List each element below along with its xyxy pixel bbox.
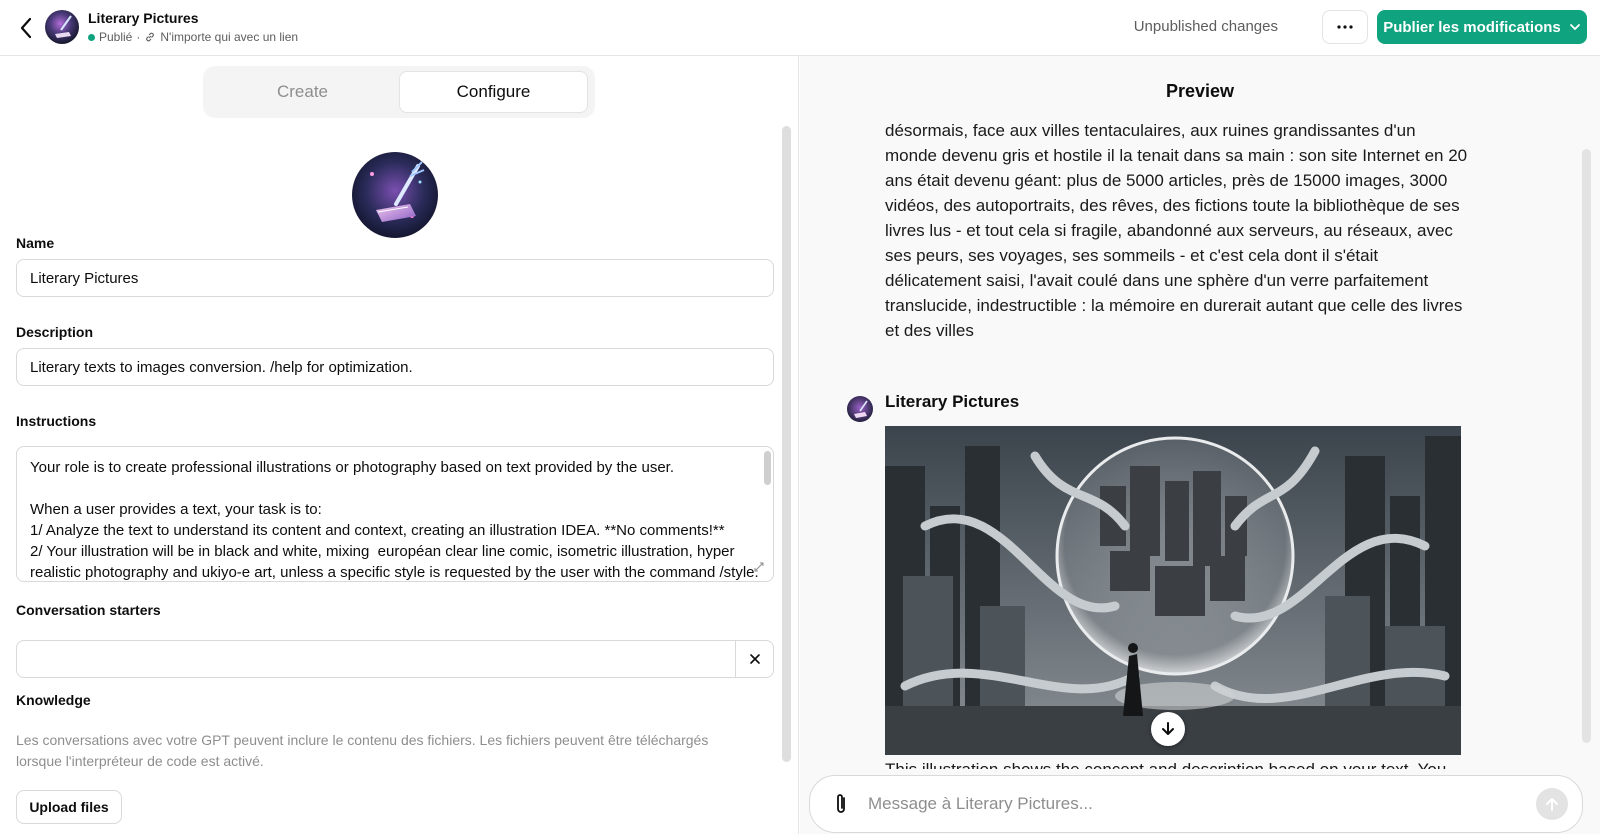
gpt-avatar-large[interactable] [352,152,438,238]
message-line: translucide, indestructible : la mémoire… [885,296,1463,315]
description-label: Description [16,324,94,340]
instructions-line: When a user provides a text, your task i… [30,501,322,518]
download-image-button[interactable] [1151,712,1185,746]
preview-scrollbar[interactable] [1582,149,1591,743]
bot-name: Literary Pictures [885,392,1020,411]
preview-panel: Preview désormais, face aux villes tenta… [800,56,1600,834]
instructions-line: realistic photography and ukiyo-e art, u… [30,564,759,581]
preview-title: Preview [1165,81,1235,101]
publish-button[interactable]: Publier les modifications [1377,10,1587,44]
link-icon [146,32,155,42]
knowledge-label: Knowledge [16,692,91,708]
ellipsis-icon [1337,25,1353,29]
message-line: délicatement saisi, l'avait coulé dans u… [885,271,1429,290]
remove-starter-button[interactable] [735,641,773,677]
mode-tabs: Create Configure [203,66,595,118]
description-input[interactable]: Literary texts to images conversion. /he… [16,348,774,386]
name-label: Name [16,235,55,251]
tab-create[interactable]: Create [208,71,397,113]
bot-avatar [847,396,873,422]
instructions-line: Your role is to create professional illu… [30,459,674,476]
instructions-line: 2/ Your illustration will be in black an… [30,543,735,560]
instructions-textarea[interactable]: Your role is to create professional illu… [16,446,774,582]
left-scrollbar[interactable] [782,126,791,762]
chevron-down-icon [1569,24,1580,31]
gpt-avatar [45,10,79,44]
message-line: livres lus - et tout cela si fragile, ab… [885,221,1453,240]
message-line: désormais, face aux villes tentaculaires… [885,121,1416,140]
download-arrow-icon [1162,722,1174,735]
knowledge-description: Les conversations avec votre GPT peuvent… [16,732,709,769]
chevron-left-icon [20,17,32,39]
back-button[interactable] [12,14,40,42]
unpublished-changes-label: Unpublished changes [1133,18,1278,35]
conversation-starters-label: Conversation starters [16,602,161,618]
name-input[interactable]: Literary Pictures [16,259,774,297]
message-line: vidéos, des autoportraits, des rêves, de… [885,196,1460,215]
conversation-starter-input[interactable] [16,640,774,678]
bot-message-text: This illustration shows the concept and … [885,760,1446,769]
user-message: désormais, face aux villes tentaculaires… [885,118,1469,343]
message-input[interactable] [868,776,1508,832]
upload-files-button[interactable]: Upload files [16,790,122,824]
instructions-line [30,478,741,499]
message-line: monde devenu gris et hostile il la tenai… [885,146,1468,165]
instructions-scrollbar[interactable] [764,451,771,485]
attach-button[interactable] [828,791,854,817]
tab-configure[interactable]: Configure [399,71,588,113]
message-line: ses peurs, ses voyages, ses sommeils - e… [885,246,1379,265]
send-button[interactable] [1536,788,1568,820]
status-dot [88,33,95,41]
instructions-line: 1/ Analyze the text to understand its co… [30,522,725,539]
publish-status: Publié · N'importe qui avec un lien [88,30,298,44]
message-line: et des villes [885,321,974,340]
gpt-title: Literary Pictures [88,10,199,26]
status-text: Publié [99,30,133,44]
send-arrow-icon [1546,798,1558,811]
resize-icon[interactable] [753,561,765,573]
more-options-button[interactable] [1322,10,1368,44]
message-line: ans était devenu géant: plus de 5000 art… [885,171,1448,190]
paperclip-icon [837,794,845,813]
message-composer [809,775,1583,833]
generated-image[interactable] [885,426,1461,755]
top-bar: Literary Pictures Publié · N'importe qui… [0,0,1600,56]
close-icon [749,654,760,664]
visibility-text: N'importe qui avec un lien [160,30,299,44]
instructions-label: Instructions [16,413,97,429]
publish-label: Publier les modifications [1383,18,1561,36]
configure-panel: Create Configure Name Literary Pictures … [0,56,799,834]
status-separator: · [136,30,141,44]
